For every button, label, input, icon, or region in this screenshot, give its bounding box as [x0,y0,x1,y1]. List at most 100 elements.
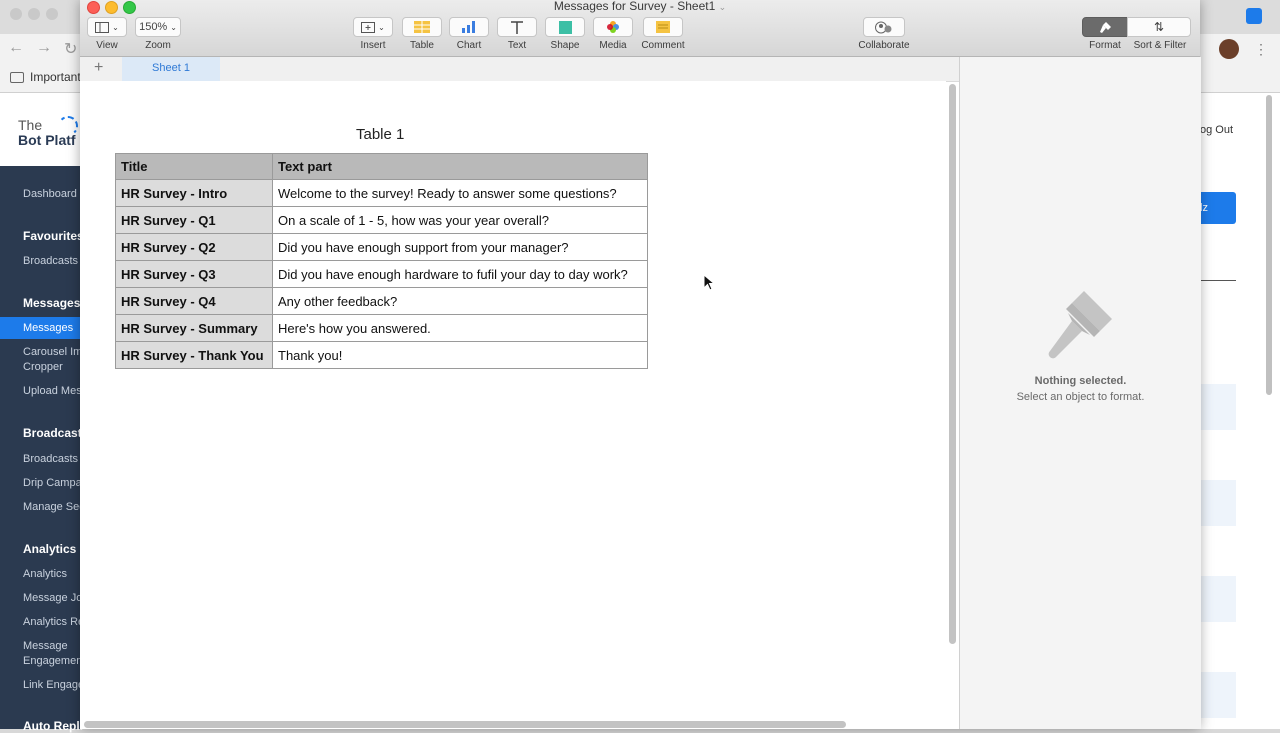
bookmark-label: Important [30,70,81,84]
collaborate-icon [875,21,892,33]
table-cell[interactable]: HR Survey - Q3 [115,260,273,288]
table-cell[interactable]: Any other feedback? [272,287,648,315]
zoom-select[interactable]: 150% ⌄ [135,17,181,37]
sidebar-item-engagement[interactable]: Engagemen [23,655,82,667]
table-row: HR Survey - Q1 On a scale of 1 - 5, how … [115,206,648,234]
window-title-text: Messages for Survey - Sheet1 [553,0,716,13]
comment-icon [656,21,670,33]
collaborate-label: Collaborate [858,40,910,51]
table-cell[interactable]: HR Survey - Q4 [115,287,273,315]
browser-minimize-button[interactable] [28,8,40,20]
window-title: Messages for Survey - Sheet1 ⌄ [80,0,1200,14]
content-row [1200,576,1236,622]
table-cell[interactable]: Did you have enough hardware to fufil yo… [272,260,648,288]
media-button[interactable] [593,17,633,37]
insert-button[interactable]: ⌄ [353,17,393,37]
insert-icon [361,22,376,33]
logout-link[interactable]: og Out [1200,124,1233,136]
sidebar-item-broadcasts[interactable]: Broadcasts [23,453,78,465]
table-icon [414,21,430,33]
titlebar: Messages for Survey - Sheet1 ⌄ ⌄ View 15… [80,0,1200,57]
text-button[interactable] [497,17,537,37]
sidebar-item-dashboard[interactable]: Dashboard [23,188,77,200]
horizontal-scrollbar[interactable] [84,721,846,728]
table-cell[interactable]: Did you have enough support from your ma… [272,233,648,261]
sort-arrows-icon: ⇅ [1153,20,1165,34]
view-button[interactable]: ⌄ [87,17,127,37]
header-text-part[interactable]: Text part [272,153,648,180]
browser-extension-icon[interactable] [1246,8,1262,24]
vertical-scrollbar[interactable] [949,84,956,644]
back-arrow-icon[interactable]: ← [8,39,24,57]
sidebar-item-message[interactable]: Message [23,640,68,652]
paintbrush-icon [1100,21,1111,33]
sidebar-head-auto-repli: Auto Repli [23,719,83,733]
data-table[interactable]: Title Text part HR Survey - Intro Welcom… [115,153,648,369]
primary-button-partial[interactable]: lz [1200,192,1236,224]
bookmark-important[interactable]: Important [10,70,81,84]
chevron-down-icon: ⌄ [112,22,119,32]
sidebar-head-analytics: Analytics [23,542,77,556]
sidebar-item-upload[interactable]: Upload Mes [23,385,82,397]
sidebar-head-broadcast: Broadcast [23,426,82,440]
table-cell[interactable]: On a scale of 1 - 5, how was your year o… [272,206,648,234]
browser-zoom-button[interactable] [46,8,58,20]
avatar[interactable] [1219,39,1239,59]
format-inspector: Nothing selected. Select an object to fo… [959,57,1201,729]
table-cell[interactable]: Welcome to the survey! Ready to answer s… [272,179,648,207]
sidebar-item-drip[interactable]: Drip Campa [23,477,82,489]
zoom-value: 150% [139,21,168,33]
table-header-row: Title Text part [115,153,648,180]
table-cell[interactable]: HR Survey - Intro [115,179,273,207]
sidebar-item-messages[interactable]: Messages [23,322,73,334]
table-row: HR Survey - Summary Here's how you answe… [115,314,648,342]
sort-filter-button[interactable]: ⇅ [1127,17,1191,37]
content-row [1200,480,1236,526]
sidebar-head-messages: Messages [23,296,81,310]
table-row: HR Survey - Q3 Did you have enough hardw… [115,260,648,288]
table-cell[interactable]: HR Survey - Thank You [115,341,273,369]
shape-button[interactable] [545,17,585,37]
sidebar-item-carousel[interactable]: Carousel Im [23,346,82,358]
table-cell[interactable]: HR Survey - Summary [115,314,273,342]
chart-button[interactable] [449,17,489,37]
add-sheet-button[interactable]: + [94,59,103,77]
chart-icon [462,21,475,33]
sidebar-item-link-engage[interactable]: Link Engage [23,679,84,691]
table-cell[interactable]: Here's how you answered. [272,314,648,342]
title-chevron-icon[interactable]: ⌄ [719,2,727,12]
table-cell[interactable]: HR Survey - Q1 [115,206,273,234]
format-button[interactable] [1082,17,1128,37]
table-button[interactable] [402,17,442,37]
zoom-label: Zoom [145,40,171,51]
tab-sheet-1[interactable]: Sheet 1 [122,57,220,81]
sidebar-head-favourites: Favourites [23,229,84,243]
table-cell[interactable]: HR Survey - Q2 [115,233,273,261]
header-title[interactable]: Title [115,153,273,180]
sidebar-item-manage-seg[interactable]: Manage Seg [23,501,85,513]
inspector-subtitle: Select an object to format. [1016,391,1145,403]
sidebar-item-broadcasts-fav[interactable]: Broadcasts [23,255,78,267]
content-row [1200,672,1236,718]
browser-menu-icon[interactable]: ⋮ [1254,41,1268,58]
forward-arrow-icon[interactable]: → [36,39,52,57]
browser-scrollbar[interactable] [1266,95,1272,395]
primary-button-label: lz [1200,202,1208,214]
sidebar-item-analytics[interactable]: Analytics [23,568,67,580]
collaborate-button[interactable] [863,17,905,37]
inspector-title: Nothing selected. [1034,375,1127,387]
mouse-pointer-icon [703,274,715,291]
chevron-down-icon: ⌄ [378,22,385,32]
sidebar-item-cropper[interactable]: Cropper [23,361,63,373]
sidebar-layout-icon [95,21,110,33]
table-row: HR Survey - Thank You Thank you! [115,341,648,369]
sheet-tab-bar: + Sheet 1 [80,57,960,82]
table-title[interactable]: Table 1 [356,126,404,143]
sidebar-item-message-jo[interactable]: Message Jo [23,592,82,604]
table-row: HR Survey - Intro Welcome to the survey!… [115,179,648,207]
browser-close-button[interactable] [10,8,22,20]
sidebar-item-analytics-re[interactable]: Analytics Re [23,616,84,628]
table-cell[interactable]: Thank you! [272,341,648,369]
sort-filter-label: Sort & Filter [1133,40,1187,51]
comment-button[interactable] [643,17,683,37]
